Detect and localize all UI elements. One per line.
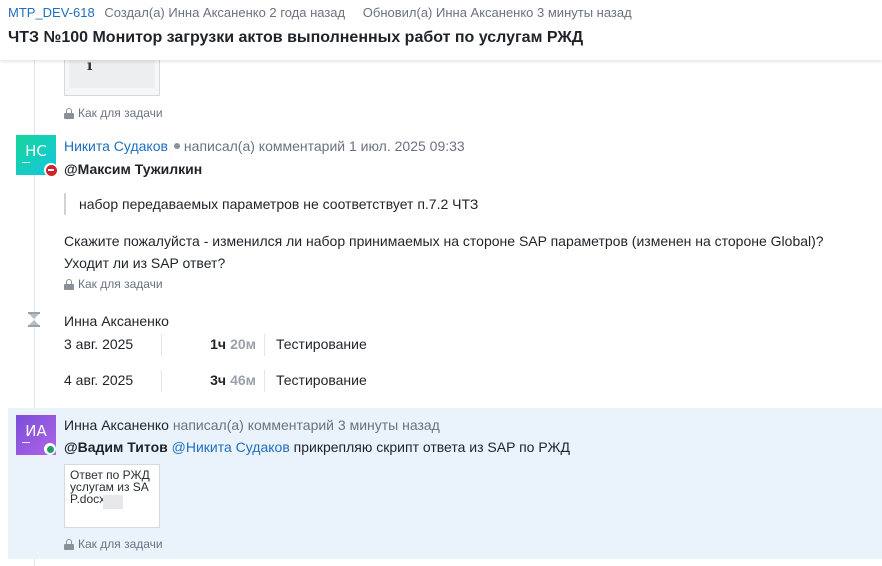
comment-visibility[interactable]: Как для задачи — [64, 106, 163, 120]
issue-meta: MTP_DEV-618 Создал(а) Инна Аксаненко 2 г… — [8, 5, 632, 20]
lock-icon — [64, 278, 74, 290]
attachment-preview-glyph: ı — [87, 58, 93, 74]
lock-icon — [64, 107, 74, 119]
avatar-initials: ИА — [25, 422, 47, 440]
comment-mention[interactable]: @Максим Тужилкин — [64, 161, 202, 177]
created-info: Создал(а) Инна Аксаненко 2 года назад — [104, 5, 346, 20]
worklog-type: Тестирование — [276, 336, 367, 352]
worklog-type: Тестирование — [276, 372, 367, 388]
comment-author-link[interactable]: Никита Судаков — [64, 138, 168, 154]
online-status-icon — [44, 443, 56, 455]
worklog-duration: 3ч 46м — [210, 372, 256, 388]
do-not-disturb-status-icon — [44, 163, 58, 177]
comment-body: @Вадим Титов @Никита Судаков прикрепляю … — [64, 439, 570, 455]
issue-header: MTP_DEV-618 Создал(а) Инна Аксаненко 2 г… — [0, 0, 882, 60]
hourglass-icon — [28, 312, 40, 327]
comment-author-link[interactable]: Инна Аксаненко — [64, 417, 169, 433]
comment-header: Никита Судаков написал(а) комментарий 1 и… — [64, 138, 465, 154]
mention-link[interactable]: @Никита Судаков — [172, 439, 290, 455]
visibility-label: Как для задачи — [78, 537, 163, 551]
attachment-file[interactable]: Ответ по РЖД услугам из SAP.docx — [64, 464, 160, 528]
comment-action: написал(а) комментарий 3 минуты назад — [172, 417, 440, 433]
presence-dot-icon — [173, 143, 180, 150]
issue-title: ЧТЗ №100 Монитор загрузки актов выполнен… — [8, 29, 584, 46]
avatar-initials: НС — [25, 142, 47, 160]
worklog-date: 3 авг. 2025 — [64, 336, 134, 352]
comment-text-line-2: Уходит ли из SAP ответ? — [64, 255, 226, 271]
worklog-duration: 1ч 20м — [210, 336, 256, 352]
comment-action: написал(а) комментарий 1 июл. 2025 09:33 — [183, 138, 465, 154]
comment-text: прикрепляю скрипт ответа из SAP по РЖД — [293, 439, 570, 455]
worklog-date: 4 авг. 2025 — [64, 372, 134, 388]
comment-text-line-1: Скажите пожалуйста - изменился ли набор … — [64, 233, 824, 249]
updated-info: Обновил(а) Инна Аксаненко 3 минуты назад — [362, 5, 632, 20]
comment-visibility[interactable]: Как для задачи — [64, 277, 163, 291]
visibility-label: Как для задачи — [78, 106, 163, 120]
comment-visibility[interactable]: Как для задачи — [64, 537, 163, 551]
issue-key-link[interactable]: MTP_DEV-618 — [8, 5, 95, 20]
lock-icon — [64, 538, 74, 550]
worklog-author[interactable]: Инна Аксаненко — [64, 313, 169, 329]
mention-link[interactable]: @Вадим Титов — [64, 439, 168, 455]
comment-quote: набор передаваемых параметров не соответ… — [64, 193, 478, 215]
comment-header: Инна Аксаненко написал(а) комментарий 3 … — [64, 417, 440, 433]
visibility-label: Как для задачи — [78, 277, 163, 291]
